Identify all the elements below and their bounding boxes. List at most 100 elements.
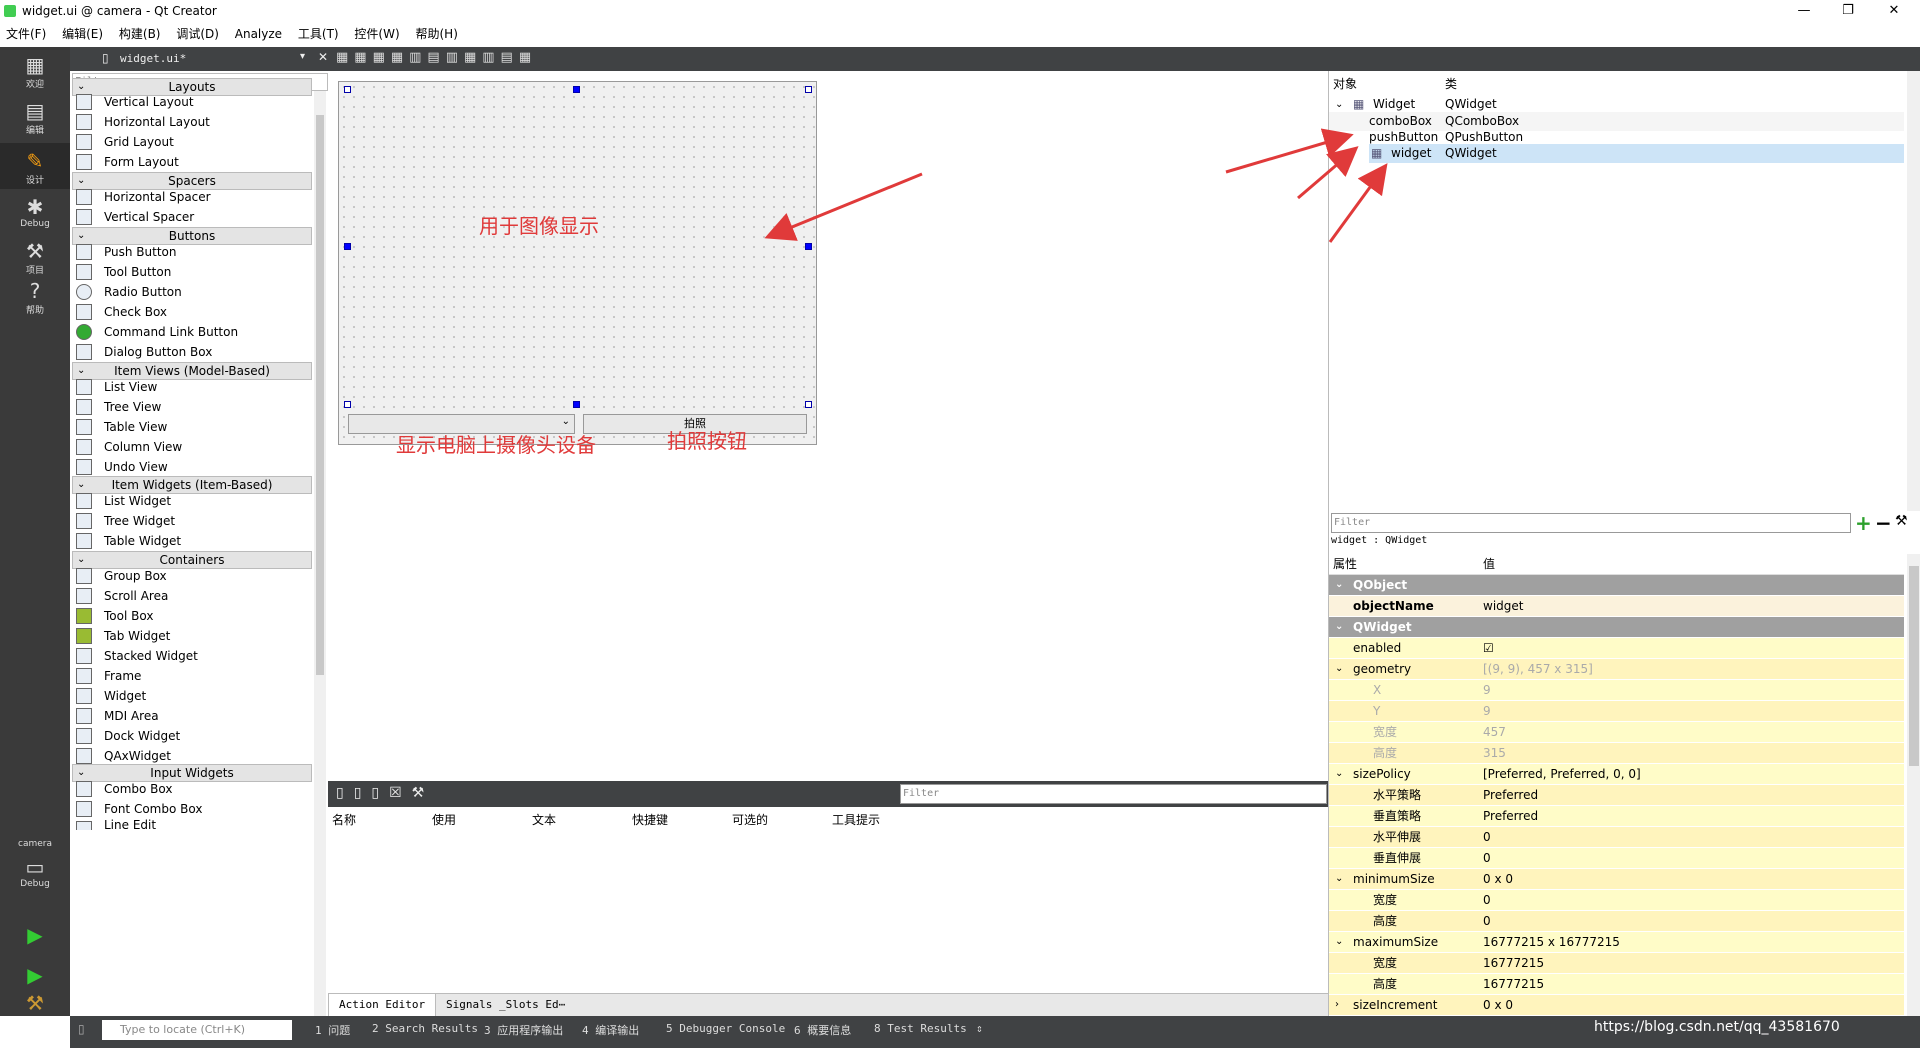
prop-minimumsize-width[interactable]: 宽度 0 xyxy=(1329,890,1904,911)
prop-value[interactable]: Preferred xyxy=(1483,785,1538,805)
prop-value[interactable]: [(9, 9), 457 x 315] xyxy=(1483,659,1593,679)
widget-item-combo-box[interactable]: Combo Box xyxy=(72,778,310,800)
column-property[interactable]: 属性 xyxy=(1333,554,1357,574)
prop-value[interactable]: 9 xyxy=(1483,701,1491,721)
prop-value[interactable]: 0 xyxy=(1483,848,1491,868)
prop-group-qwidget[interactable]: ⌄ QWidget xyxy=(1329,617,1904,638)
resize-handle[interactable] xyxy=(344,243,351,250)
output-tab-issues[interactable]: 1 问题 xyxy=(315,1022,350,1038)
widget-item-dock-widget[interactable]: Dock Widget xyxy=(72,725,310,747)
resize-handle[interactable] xyxy=(573,86,580,93)
menu-file[interactable]: 文件(F) xyxy=(0,22,52,47)
widget-item-tool-box[interactable]: Tool Box xyxy=(72,605,310,627)
chevron-updown-icon[interactable]: ⇕ xyxy=(976,1022,983,1035)
prop-maximumsize[interactable]: ⌄ maximumSize 16777215 x 16777215 xyxy=(1329,932,1904,953)
widget-item-check-box[interactable]: Check Box xyxy=(72,301,310,323)
widget-item-tree-view[interactable]: Tree View xyxy=(72,396,310,418)
resize-handle[interactable] xyxy=(805,243,812,250)
prop-geometry-height[interactable]: 高度 315 xyxy=(1329,743,1904,764)
prop-value[interactable]: 16777215 x 16777215 xyxy=(1483,932,1620,952)
mode-edit[interactable]: ▤ 编辑 xyxy=(0,93,70,139)
widget-item-vertical-layout[interactable]: Vertical Layout xyxy=(72,91,310,113)
tree-row-widget-child[interactable]: ▦ widget QWidget xyxy=(1369,144,1904,163)
widget-item-tree-widget[interactable]: Tree Widget xyxy=(72,510,310,532)
property-filter-input[interactable]: Filter xyxy=(1331,513,1851,533)
widget-item-dialog-button-box[interactable]: Dialog Button Box xyxy=(72,341,310,363)
column-tooltip[interactable]: 工具提示 xyxy=(832,811,880,828)
widget-item-tool-button[interactable]: Tool Button xyxy=(72,261,310,283)
prop-value[interactable]: 0 x 0 xyxy=(1483,995,1513,1015)
prop-value[interactable]: 0 xyxy=(1483,827,1491,847)
prop-vstretch[interactable]: 垂直伸展 0 xyxy=(1329,848,1904,869)
widget-item-tab-widget[interactable]: Tab Widget xyxy=(72,625,310,647)
form-editor-canvas[interactable]: ⌄ 拍照 用于图像显示 显示电脑上摄像头设备 拍照按钮 xyxy=(328,71,1328,781)
menu-debug[interactable]: 调试(D) xyxy=(170,22,225,47)
prop-value[interactable]: Preferred xyxy=(1483,806,1538,826)
widget-item-mdi-area[interactable]: MDI Area xyxy=(72,705,310,727)
menu-analyze[interactable]: Analyze xyxy=(229,22,288,47)
prop-value[interactable]: widget xyxy=(1483,596,1523,616)
close-button[interactable]: ✕ xyxy=(1874,2,1914,20)
prop-value[interactable]: 457 xyxy=(1483,722,1506,742)
prop-value[interactable]: 16777215 xyxy=(1483,974,1544,994)
column-value[interactable]: 值 xyxy=(1483,554,1495,574)
menu-edit[interactable]: 编辑(E) xyxy=(56,22,109,47)
prop-sizeincrement[interactable]: › sizeIncrement 0 x 0 xyxy=(1329,995,1904,1016)
remove-property-icon[interactable]: − xyxy=(1875,511,1892,535)
output-tab-search-results[interactable]: 2 Search Results xyxy=(372,1022,478,1035)
resize-handle[interactable] xyxy=(344,86,351,93)
maximize-button[interactable]: ❐ xyxy=(1828,2,1868,20)
prop-minimumsize[interactable]: ⌄ minimumSize 0 x 0 xyxy=(1329,869,1904,890)
widget-item-vertical-spacer[interactable]: Vertical Spacer xyxy=(72,206,310,228)
open-file-selector[interactable]: widget.ui* xyxy=(120,52,186,65)
widget-item-line-edit[interactable]: Line Edit xyxy=(72,818,310,830)
form-window[interactable]: ⌄ 拍照 用于图像显示 显示电脑上摄像头设备 拍照按钮 xyxy=(338,81,817,457)
mode-debug[interactable]: ✱ Debug xyxy=(0,189,70,235)
resize-handle[interactable] xyxy=(344,401,351,408)
prop-value[interactable]: 0 xyxy=(1483,911,1491,931)
resize-handle[interactable] xyxy=(805,401,812,408)
column-name[interactable]: 名称 xyxy=(332,811,356,828)
locator-input[interactable]: Type to locate (Ctrl+K) xyxy=(102,1020,292,1040)
prop-geometry-x[interactable]: X9 xyxy=(1329,680,1904,701)
close-file-icon[interactable]: ✕ xyxy=(318,50,328,64)
widget-item-undo-view[interactable]: Undo View xyxy=(72,456,310,478)
mode-help[interactable]: ? 帮助 xyxy=(0,273,70,319)
layout-actions-toolbar[interactable]: ▦▦▦▦▥▤▥▦▥▤▦ xyxy=(336,50,556,68)
prop-hsizetype[interactable]: 水平策略 Preferred xyxy=(1329,785,1904,806)
prop-minimumsize-height[interactable]: 高度 0 xyxy=(1329,911,1904,932)
widget-item-form-layout[interactable]: Form Layout xyxy=(72,151,310,173)
tab-action-editor[interactable]: Action Editor xyxy=(328,994,437,1017)
menu-tools[interactable]: 工具(T) xyxy=(292,22,345,47)
target-selector[interactable]: camera ▭ Debug xyxy=(0,837,70,907)
column-shortcut[interactable]: 快捷键 xyxy=(632,811,668,828)
build-button[interactable]: ⚒ xyxy=(0,993,70,1015)
prop-objectname[interactable]: objectName widget xyxy=(1329,596,1904,617)
prop-value[interactable]: 0 xyxy=(1483,890,1491,910)
widget-item-stacked-widget[interactable]: Stacked Widget xyxy=(72,645,310,667)
column-used[interactable]: 使用 xyxy=(432,811,456,828)
widget-item-frame[interactable]: Frame xyxy=(72,665,310,687)
prop-value[interactable]: 9 xyxy=(1483,680,1491,700)
column-text[interactable]: 文本 xyxy=(532,811,556,828)
widget-item-font-combo-box[interactable]: Font Combo Box xyxy=(72,798,310,820)
chevron-down-icon[interactable]: ▾ xyxy=(300,51,305,62)
widget-item-command-link-button[interactable]: Command Link Button xyxy=(72,321,310,343)
column-object[interactable]: 对象 xyxy=(1333,75,1357,92)
prop-geometry-width[interactable]: 宽度 457 xyxy=(1329,722,1904,743)
prop-value[interactable]: 315 xyxy=(1483,743,1506,763)
action-toolbar-icons[interactable]: ▯▯▯☒⚒ xyxy=(336,785,434,801)
widget-item-table-view[interactable]: Table View xyxy=(72,416,310,438)
widget-box-scrollbar[interactable] xyxy=(314,91,326,1016)
column-checkable[interactable]: 可选的 xyxy=(732,811,768,828)
menu-build[interactable]: 构建(B) xyxy=(113,22,167,47)
output-tab-test-results[interactable]: 8 Test Results xyxy=(874,1022,967,1035)
resize-handle[interactable] xyxy=(573,401,580,408)
prop-maximumsize-width[interactable]: 宽度 16777215 xyxy=(1329,953,1904,974)
widget-item-group-box[interactable]: Group Box xyxy=(72,565,310,587)
prop-geometry[interactable]: ⌄ geometry [(9, 9), 457 x 315] xyxy=(1329,659,1904,680)
widget-item-radio-button[interactable]: Radio Button xyxy=(72,281,310,303)
widget-item-widget[interactable]: Widget xyxy=(72,685,310,707)
widget-item-horizontal-layout[interactable]: Horizontal Layout xyxy=(72,111,310,133)
prop-enabled[interactable]: enabled ☑ xyxy=(1329,638,1904,659)
